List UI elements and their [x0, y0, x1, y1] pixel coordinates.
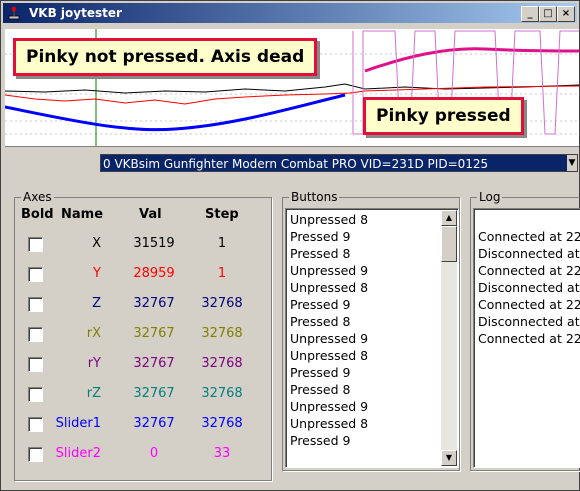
axis-name: rX	[86, 326, 101, 341]
list-item[interactable]: Pressed 9	[290, 364, 350, 381]
axis-value: 32767	[133, 416, 175, 431]
axis-name: Z	[92, 296, 101, 311]
axis-step: 32768	[201, 386, 243, 401]
col-header-val: Val	[139, 207, 162, 222]
axes-legend: Axes	[21, 190, 54, 204]
list-item[interactable]: Pressed 9	[290, 228, 350, 245]
axis-value: 31519	[133, 236, 175, 251]
bold-checkbox[interactable]	[28, 417, 43, 432]
axis-value: 32767	[133, 356, 175, 371]
log-item[interactable]: Disconnected at	[478, 279, 580, 296]
list-item[interactable]: Pressed 8	[290, 381, 350, 398]
list-item[interactable]: Pressed 9	[290, 296, 350, 313]
axis-step: 32768	[201, 416, 243, 431]
axis-value: 32767	[133, 296, 175, 311]
list-item[interactable]: Pressed 9	[290, 432, 350, 449]
chevron-down-icon[interactable]: ▼	[567, 155, 577, 171]
log-legend: Log	[477, 190, 503, 204]
axis-value: 32767	[133, 326, 175, 341]
buttons-list[interactable]: Unpressed 8 Pressed 9 Pressed 8 Unpressed 9…	[285, 208, 459, 468]
col-header-bold: Bold	[21, 207, 54, 222]
axis-row: Slider2 0 33	[15, 441, 271, 471]
scroll-up-icon[interactable]: ▲	[441, 210, 457, 226]
log-item[interactable]: Connected at 22	[478, 262, 580, 279]
axis-step: 33	[213, 446, 231, 461]
buttons-panel: Buttons Unpressed 8 Pressed 9 Pressed 8 Unp…	[282, 190, 460, 471]
log-item[interactable]: Connected at 22	[478, 330, 580, 347]
list-item[interactable]: Unpressed 9	[290, 262, 368, 279]
maximize-button[interactable]: □	[539, 6, 557, 22]
buttons-scrollbar[interactable]: ▲ ▼	[441, 210, 457, 466]
axis-name: rZ	[86, 386, 101, 401]
axis-row: Y 28959 1	[15, 261, 271, 291]
list-item[interactable]: Unpressed 8	[290, 415, 368, 432]
device-dropdown-value: 0 VKBsim Gunfighter Modern Combat PRO VI…	[103, 157, 489, 171]
log-item[interactable]: Disconnected at	[478, 313, 580, 330]
list-item[interactable]: Pressed 8	[290, 313, 350, 330]
axis-value: 32767	[133, 386, 175, 401]
minimize-button[interactable]: _	[521, 6, 539, 22]
scroll-thumb[interactable]	[441, 226, 457, 262]
axis-row: Slider1 32767 32768	[15, 411, 271, 441]
axis-name: X	[92, 236, 101, 251]
title-bar[interactable]: VKB joytester _ □ ×	[3, 3, 577, 23]
close-button[interactable]: ×	[557, 6, 575, 22]
bold-checkbox[interactable]	[28, 267, 43, 282]
axis-step: 32768	[201, 296, 243, 311]
bold-checkbox[interactable]	[28, 297, 43, 312]
axis-row: rY 32767 32768	[15, 351, 271, 381]
bold-checkbox[interactable]	[28, 447, 43, 462]
list-item[interactable]: Unpressed 8	[290, 347, 368, 364]
buttons-legend: Buttons	[289, 190, 340, 204]
bold-checkbox[interactable]	[28, 387, 43, 402]
axis-row: X 31519 1	[15, 231, 271, 261]
window-title: VKB joytester	[29, 6, 122, 20]
axis-value: 28959	[133, 266, 175, 281]
axis-row: rX 32767 32768	[15, 321, 271, 351]
log-list[interactable]: Connected at 22 Disconnected at Connected …	[473, 208, 580, 468]
axis-step: 32768	[201, 326, 243, 341]
axis-name: Slider1	[55, 416, 101, 431]
list-item[interactable]: Unpressed 8	[290, 211, 368, 228]
axis-row: rZ 32767 32768	[15, 381, 271, 411]
list-item[interactable]: Pressed 8	[290, 245, 350, 262]
bold-checkbox[interactable]	[28, 357, 43, 372]
axis-row: Z 32767 32768	[15, 291, 271, 321]
x-axis-trace	[5, 83, 579, 94]
scroll-down-icon[interactable]: ▼	[441, 450, 457, 466]
axis-graph: Pinky not pressed. Axis dead Pinky press…	[5, 29, 579, 147]
axis-value: 0	[149, 446, 159, 461]
callout-pinky-not-pressed: Pinky not pressed. Axis dead	[13, 38, 318, 76]
device-dropdown[interactable]: 0 VKBsim Gunfighter Modern Combat PRO VI…	[100, 154, 578, 172]
axes-panel: Axes Bold Name Val Step X 31519 1 Y 28959 1 Z 3…	[14, 190, 272, 481]
list-item[interactable]: Unpressed 9	[290, 398, 368, 415]
axis-name: Y	[93, 266, 101, 281]
axis-step: 1	[217, 236, 227, 251]
log-item[interactable]: Disconnected at	[478, 245, 580, 262]
bold-checkbox[interactable]	[28, 327, 43, 342]
joystick-icon	[8, 6, 20, 20]
list-item[interactable]: Unpressed 9	[290, 330, 368, 347]
log-item[interactable]: Connected at 22	[478, 296, 580, 313]
list-item[interactable]: Unpressed 8	[290, 279, 368, 296]
log-panel: Log Connected at 22 Disconnected at Connec…	[470, 190, 580, 471]
callout-pinky-pressed: Pinky pressed	[363, 97, 524, 135]
col-header-step: Step	[205, 207, 239, 222]
axis-name: rY	[87, 356, 101, 371]
log-item[interactable]: Connected at 22	[478, 228, 580, 245]
axis-name: Slider2	[55, 446, 101, 461]
bold-checkbox[interactable]	[28, 237, 43, 252]
app-window: VKB joytester _ □ × Pinky not pressed. A…	[0, 0, 580, 491]
col-header-name: Name	[61, 207, 104, 222]
axis-step: 32768	[201, 356, 243, 371]
axis-step: 1	[217, 266, 227, 281]
